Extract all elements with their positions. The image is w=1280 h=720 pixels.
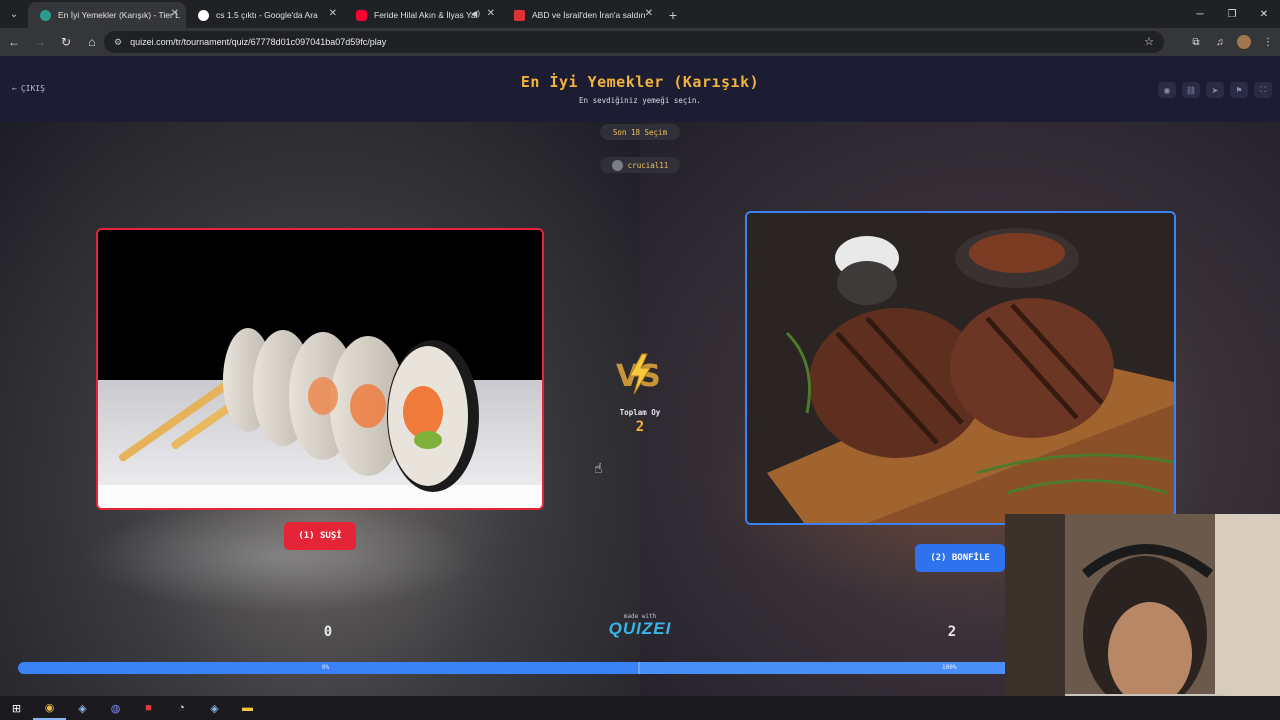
app-gauge-icon[interactable]: ◔ (165, 696, 198, 720)
vote-steak-button[interactable]: (2) BONFİLE (915, 544, 1005, 572)
toolbar-right: ⧉ ♫ ⋮ (1184, 30, 1280, 54)
new-tab-button[interactable]: + (660, 2, 686, 28)
header-actions: ◉ ⛓ ➤ ⚑ ⛶ (1158, 82, 1272, 98)
more-menu-icon[interactable]: ⋮ (1256, 30, 1280, 54)
vs-bolt-icon: VS (616, 353, 661, 395)
windows-start-icon[interactable]: ⊞ (0, 696, 33, 720)
google-favicon-icon (198, 10, 209, 21)
extensions-icon[interactable]: ⧉ (1184, 30, 1208, 54)
tab-title: En İyi Yemekler (Karışık) - Tier L (58, 10, 180, 20)
profile-avatar[interactable] (1237, 35, 1251, 49)
right-percent: 100% (942, 664, 957, 671)
browser-toolbar: ← → ↻ ⌂ ⚙ quizei.com/tr/tournament/quiz/… (0, 28, 1280, 56)
quizei-logo[interactable]: QUIZEI (600, 619, 680, 639)
tab-4[interactable]: ABD ve İsrail'den İran'a saldırı ✕ (502, 2, 660, 28)
back-arrow-icon[interactable]: ← (2, 30, 26, 54)
username: crucial11 (627, 160, 669, 170)
tab-title: cs 1.5 çıktı - Google'da Ara (216, 10, 318, 20)
chrome-icon[interactable]: ◉ (33, 696, 66, 720)
user-avatar (611, 159, 623, 171)
minimize-icon[interactable]: ─ (1184, 0, 1216, 28)
vote-sushi-button[interactable]: (1) SUŞİ (284, 522, 356, 550)
url-text[interactable]: quizei.com/tr/tournament/quiz/67778d01c0… (130, 37, 386, 47)
home-icon[interactable]: ⌂ (80, 30, 104, 54)
steam-icon-2[interactable]: ◈ (198, 696, 231, 720)
quiz-header: ← ÇIKIŞ En İyi Yemekler (Karışık) En sev… (0, 56, 1280, 122)
forward-arrow-icon[interactable]: → (28, 30, 52, 54)
close-window-icon[interactable]: ✕ (1248, 0, 1280, 28)
speaker-icon[interactable]: ◀) (471, 9, 480, 18)
restore-icon[interactable]: ❐ (1216, 0, 1248, 28)
tab-close-icon[interactable]: ✕ (645, 8, 653, 19)
right-score: 2 (947, 624, 957, 640)
tab-close-icon[interactable]: ✕ (171, 8, 179, 19)
tab-close-icon[interactable]: ✕ (329, 8, 337, 19)
left-score: 0 (323, 624, 333, 640)
fullscreen-icon[interactable]: ⛶ (1254, 82, 1272, 98)
tab-3[interactable]: Feride Hilal Akın & İlyas Yal ◀) ✕ (344, 2, 502, 28)
address-bar[interactable]: ⚙ quizei.com/tr/tournament/quiz/67778d01… (104, 31, 1164, 53)
webcam-overlay (1005, 514, 1280, 720)
youtube-favicon-icon (356, 10, 367, 21)
tab-search-icon[interactable]: ⌄ (0, 0, 28, 28)
file-explorer-icon[interactable]: ▬ (231, 696, 264, 720)
tab-1[interactable]: En İyi Yemekler (Karışık) - Tier L ✕ (28, 2, 186, 28)
send-icon[interactable]: ➤ (1206, 82, 1224, 98)
steak-image (747, 213, 1174, 523)
windows-taskbar: ⊞ ◉ ◈ ◍ ■ ◔ ◈ ▬ (0, 696, 1280, 720)
browser-tabstrip: ⌄ En İyi Yemekler (Karışık) - Tier L ✕ c… (0, 0, 1280, 28)
tab-favicon-icon (40, 10, 51, 21)
mouse-cursor-icon: ☝ (594, 460, 603, 476)
user-chip[interactable]: crucial11 (600, 157, 680, 173)
site-info-icon[interactable]: ⚙ (114, 37, 122, 48)
option-card-sushi[interactable] (96, 228, 544, 510)
tab-close-icon[interactable]: ✕ (487, 8, 495, 19)
discord-icon[interactable]: ◍ (99, 696, 132, 720)
progress-divider (638, 662, 640, 674)
link-icon[interactable]: ⛓ (1182, 82, 1200, 98)
window-controls: ─ ❐ ✕ (1184, 0, 1280, 28)
sushi-image (98, 230, 542, 508)
recent-choices-badge[interactable]: Son 18 Seçim (600, 124, 680, 140)
media-controls-icon[interactable]: ♫ (1208, 30, 1232, 54)
steam-icon[interactable]: ◈ (66, 696, 99, 720)
left-percent: 0% (322, 664, 330, 671)
app-red-icon[interactable]: ■ (132, 696, 165, 720)
recent-choices-label: Son 18 Seçim (612, 127, 668, 137)
option-card-steak[interactable] (745, 211, 1176, 525)
news-favicon-icon (514, 10, 525, 21)
page-subtitle: En sevdiğiniz yemeği seçin. (579, 96, 701, 105)
page-title: En İyi Yemekler (Karışık) (520, 73, 760, 91)
total-votes-label: Toplam Oy (619, 408, 661, 417)
reload-icon[interactable]: ↻ (54, 30, 78, 54)
streamer-webcam-image (1005, 514, 1280, 720)
flag-icon[interactable]: ⚑ (1230, 82, 1248, 98)
tab-2[interactable]: cs 1.5 çıktı - Google'da Ara ✕ (186, 2, 344, 28)
bookmark-star-icon[interactable]: ☆ (1144, 35, 1154, 48)
total-votes-value: 2 (635, 419, 645, 435)
tab-title: ABD ve İsrail'den İran'a saldırı (532, 10, 646, 20)
eye-icon[interactable]: ◉ (1158, 82, 1176, 98)
tab-title: Feride Hilal Akın & İlyas Yal (374, 10, 478, 20)
